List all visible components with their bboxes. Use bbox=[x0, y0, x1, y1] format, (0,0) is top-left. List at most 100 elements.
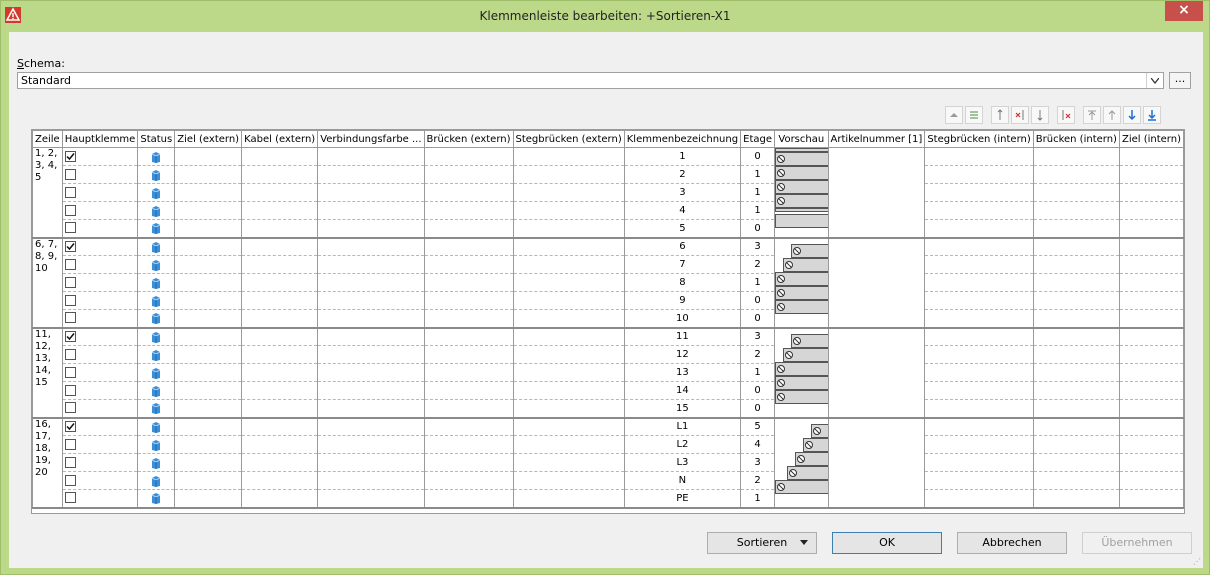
table-row[interactable]: 21 bbox=[33, 165, 1185, 184]
klemmenbezeichnung-cell[interactable]: 4 bbox=[623, 201, 742, 220]
schema-more-button[interactable]: ... bbox=[1169, 72, 1191, 89]
etage-cell[interactable]: 0 bbox=[740, 291, 776, 310]
empty-cell[interactable] bbox=[174, 237, 243, 256]
empty-cell[interactable] bbox=[512, 453, 625, 472]
column-header[interactable]: Klemmenbezeichnung bbox=[623, 130, 742, 148]
empty-cell[interactable] bbox=[924, 327, 1034, 346]
empty-cell[interactable] bbox=[174, 273, 243, 292]
etage-cell[interactable]: 0 bbox=[740, 381, 776, 400]
empty-cell[interactable] bbox=[1032, 291, 1120, 310]
empty-cell[interactable] bbox=[512, 309, 625, 329]
table-row[interactable]: 16, 17, 18, 19, 20 L1 5 bbox=[32, 417, 1185, 509]
empty-cell[interactable] bbox=[317, 219, 425, 239]
column-header[interactable]: Verbindungsfarbe ... bbox=[317, 130, 425, 148]
artikelnummer-cell[interactable] bbox=[827, 417, 926, 509]
table-row[interactable]: 12 2 bbox=[33, 345, 1185, 364]
empty-cell[interactable] bbox=[512, 201, 625, 220]
empty-cell[interactable] bbox=[1032, 453, 1120, 472]
empty-cell[interactable] bbox=[317, 237, 425, 256]
empty-cell[interactable] bbox=[423, 237, 514, 256]
etage-cell[interactable]: 2 bbox=[740, 255, 776, 274]
empty-cell[interactable] bbox=[1118, 417, 1185, 436]
hauptklemme-cell[interactable] bbox=[61, 453, 139, 472]
empty-cell[interactable] bbox=[1032, 489, 1120, 509]
empty-cell[interactable] bbox=[423, 273, 514, 292]
empty-cell[interactable] bbox=[924, 471, 1034, 490]
table-row[interactable]: 50 bbox=[33, 219, 1185, 239]
hauptklemme-checkbox[interactable] bbox=[64, 438, 76, 450]
etage-cell[interactable]: 1 bbox=[740, 201, 776, 220]
empty-cell[interactable] bbox=[924, 381, 1034, 400]
empty-cell[interactable] bbox=[423, 471, 514, 490]
empty-cell[interactable] bbox=[174, 255, 243, 274]
terminal-grid[interactable]: Zeile Hauptklemme Status Ziel (extern) Kabel… bbox=[31, 129, 1185, 514]
hauptklemme-cell[interactable] bbox=[61, 147, 139, 166]
empty-cell[interactable] bbox=[924, 453, 1034, 472]
klemmenbezeichnung-cell[interactable]: 6 bbox=[623, 237, 742, 256]
empty-cell[interactable] bbox=[241, 363, 319, 382]
column-header[interactable]: Etage bbox=[740, 130, 776, 148]
empty-cell[interactable] bbox=[174, 201, 243, 220]
empty-cell[interactable] bbox=[512, 183, 625, 202]
empty-cell[interactable] bbox=[317, 309, 425, 329]
empty-cell[interactable] bbox=[241, 345, 319, 364]
hauptklemme-cell[interactable] bbox=[61, 381, 139, 400]
empty-cell[interactable] bbox=[241, 237, 319, 256]
empty-cell[interactable] bbox=[512, 417, 625, 436]
hauptklemme-checkbox[interactable] bbox=[64, 421, 76, 433]
empty-cell[interactable] bbox=[1118, 327, 1185, 346]
klemmenbezeichnung-cell[interactable]: 10 bbox=[623, 309, 742, 329]
empty-cell[interactable] bbox=[1118, 345, 1185, 364]
move-up-icon[interactable] bbox=[1103, 106, 1121, 124]
collapse-up-icon[interactable] bbox=[945, 106, 963, 124]
etage-cell[interactable]: 3 bbox=[740, 237, 776, 256]
column-header[interactable]: Ziel (extern) bbox=[174, 130, 243, 148]
empty-cell[interactable] bbox=[423, 363, 514, 382]
klemmenbezeichnung-cell[interactable]: L1 bbox=[623, 417, 742, 436]
insert-marked-icon[interactable] bbox=[1011, 106, 1029, 124]
empty-cell[interactable] bbox=[512, 489, 625, 509]
empty-cell[interactable] bbox=[924, 255, 1034, 274]
empty-cell[interactable] bbox=[423, 417, 514, 436]
empty-cell[interactable] bbox=[1032, 381, 1120, 400]
empty-cell[interactable] bbox=[1118, 453, 1185, 472]
hauptklemme-checkbox[interactable] bbox=[64, 456, 76, 468]
empty-cell[interactable] bbox=[512, 381, 625, 400]
empty-cell[interactable] bbox=[1118, 309, 1185, 329]
empty-cell[interactable] bbox=[241, 471, 319, 490]
hauptklemme-cell[interactable] bbox=[61, 435, 139, 454]
empty-cell[interactable] bbox=[423, 219, 514, 239]
column-header[interactable]: Brücken (intern) bbox=[1032, 130, 1120, 148]
empty-cell[interactable] bbox=[924, 399, 1034, 419]
empty-cell[interactable] bbox=[423, 309, 514, 329]
empty-cell[interactable] bbox=[423, 291, 514, 310]
chevron-down-icon[interactable] bbox=[1146, 73, 1163, 88]
hauptklemme-cell[interactable] bbox=[61, 273, 139, 292]
empty-cell[interactable] bbox=[512, 147, 625, 166]
empty-cell[interactable] bbox=[174, 165, 243, 184]
empty-cell[interactable] bbox=[423, 183, 514, 202]
empty-cell[interactable] bbox=[174, 417, 243, 436]
empty-cell[interactable] bbox=[1118, 147, 1185, 166]
empty-cell[interactable] bbox=[1118, 255, 1185, 274]
close-button[interactable]: × bbox=[1165, 1, 1203, 21]
column-header[interactable]: Artikelnummer [1] bbox=[827, 130, 926, 148]
empty-cell[interactable] bbox=[174, 291, 243, 310]
klemmenbezeichnung-cell[interactable]: 15 bbox=[623, 399, 742, 419]
empty-cell[interactable] bbox=[174, 489, 243, 509]
apply-button[interactable]: Übernehmen bbox=[1082, 532, 1192, 554]
empty-cell[interactable] bbox=[924, 273, 1034, 292]
hauptklemme-cell[interactable] bbox=[61, 291, 139, 310]
cancel-button[interactable]: Abbrechen bbox=[957, 532, 1067, 554]
empty-cell[interactable] bbox=[317, 399, 425, 419]
etage-cell[interactable]: 0 bbox=[740, 399, 776, 419]
hauptklemme-checkbox[interactable] bbox=[64, 402, 76, 414]
empty-cell[interactable] bbox=[924, 363, 1034, 382]
empty-cell[interactable] bbox=[1032, 471, 1120, 490]
empty-cell[interactable] bbox=[512, 471, 625, 490]
empty-cell[interactable] bbox=[241, 201, 319, 220]
empty-cell[interactable] bbox=[241, 327, 319, 346]
etage-cell[interactable]: 3 bbox=[740, 453, 776, 472]
empty-cell[interactable] bbox=[512, 399, 625, 419]
klemmenbezeichnung-cell[interactable]: 2 bbox=[623, 165, 742, 184]
